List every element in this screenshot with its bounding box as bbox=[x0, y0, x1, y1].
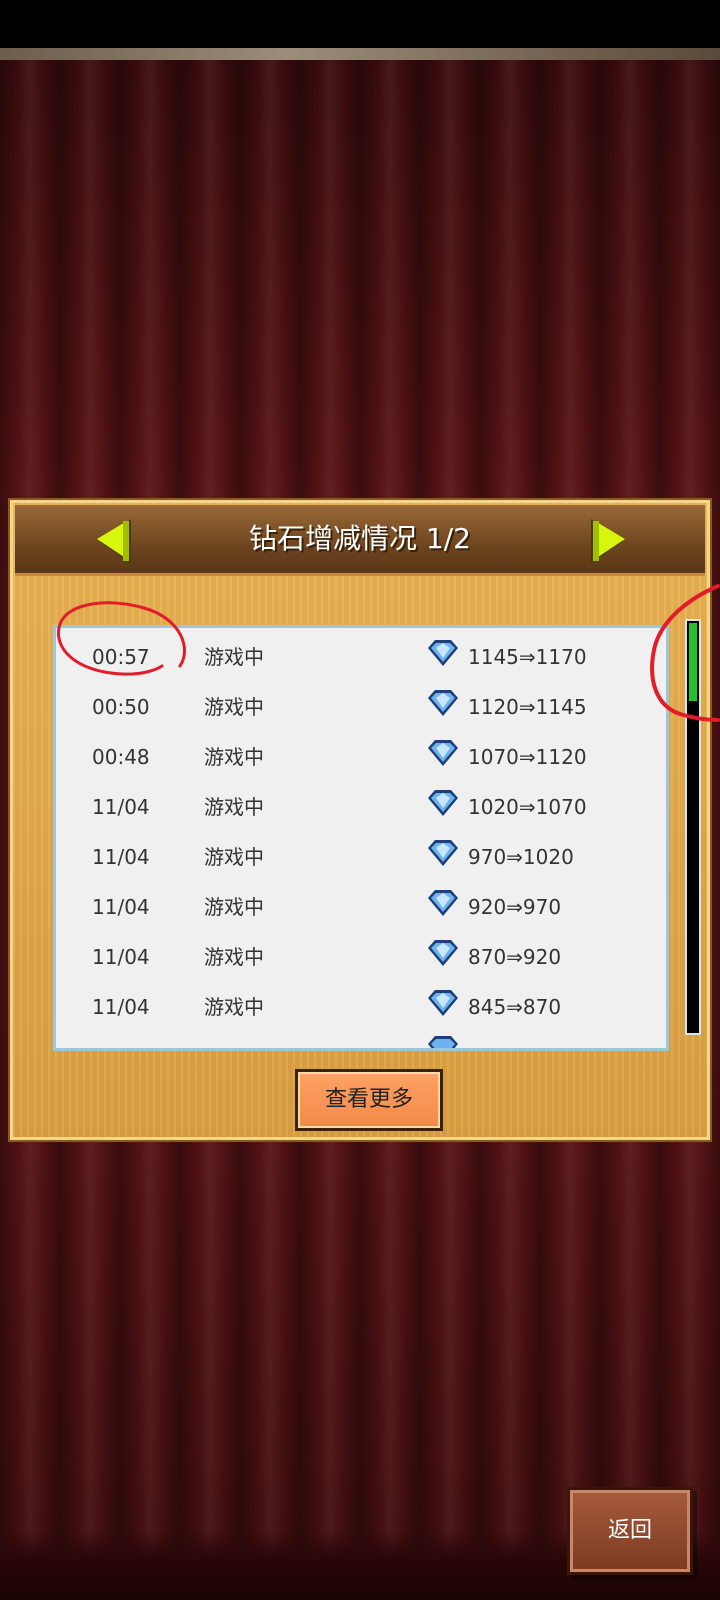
entry-status: 游戏中 bbox=[204, 695, 264, 719]
entry-change: 970⇒1020 bbox=[468, 845, 574, 869]
list-item: 00:50 游戏中 1120⇒1145 bbox=[56, 682, 666, 732]
entry-change: 1020⇒1070 bbox=[468, 795, 587, 819]
entry-change: 870⇒920 bbox=[468, 945, 562, 969]
entry-status: 游戏中 bbox=[204, 745, 264, 769]
diamond-history-panel: 钻石增减情况 1/2 00:57 游戏中 1145⇒1170 00:50 游戏中… bbox=[10, 500, 710, 1140]
entry-change: 920⇒970 bbox=[468, 895, 562, 919]
list-item: 11/04 游戏中 1020⇒1070 bbox=[56, 782, 666, 832]
list-item: 11/04 游戏中 870⇒920 bbox=[56, 932, 666, 982]
diamond-icon bbox=[428, 840, 458, 866]
diamond-icon bbox=[428, 1036, 458, 1048]
entry-change: 1070⇒1120 bbox=[468, 745, 587, 769]
entry-status: 游戏中 bbox=[204, 995, 264, 1019]
view-more-label: 查看更多 bbox=[298, 1072, 440, 1128]
entry-time: 11/04 bbox=[92, 945, 150, 969]
entry-status: 游戏中 bbox=[204, 795, 264, 819]
diamond-icon bbox=[428, 890, 458, 916]
history-list[interactable]: 00:57 游戏中 1145⇒1170 00:50 游戏中 1120⇒1145 … bbox=[53, 625, 669, 1051]
diamond-icon bbox=[428, 940, 458, 966]
list-item: 11/04 游戏中 845⇒870 bbox=[56, 982, 666, 1032]
list-item: 00:48 游戏中 1070⇒1120 bbox=[56, 732, 666, 782]
back-button[interactable]: 返回 bbox=[570, 1490, 690, 1572]
entry-time: 11/04 bbox=[92, 795, 150, 819]
scrollbar[interactable] bbox=[685, 619, 701, 1035]
arrow-left-icon[interactable] bbox=[93, 517, 135, 565]
entry-time: 11/04 bbox=[92, 895, 150, 919]
list-item: 11/04 游戏中 970⇒1020 bbox=[56, 832, 666, 882]
list-item: 11/04 游戏中 920⇒970 bbox=[56, 882, 666, 932]
diamond-icon bbox=[428, 790, 458, 816]
entry-change: 845⇒870 bbox=[468, 995, 562, 1019]
entry-time: 00:50 bbox=[92, 695, 150, 719]
entry-status: 游戏中 bbox=[204, 645, 264, 669]
diamond-icon bbox=[428, 690, 458, 716]
arrow-right-icon[interactable] bbox=[587, 517, 629, 565]
diamond-icon bbox=[428, 740, 458, 766]
status-bar bbox=[0, 0, 720, 48]
entry-change: 1145⇒1170 bbox=[468, 645, 587, 669]
entry-status: 游戏中 bbox=[204, 845, 264, 869]
entry-time: 00:48 bbox=[92, 745, 150, 769]
view-more-button[interactable]: 查看更多 bbox=[295, 1069, 443, 1131]
entry-time: 11/04 bbox=[92, 995, 150, 1019]
panel-header: 钻石增减情况 1/2 bbox=[15, 505, 705, 576]
list-item: 00:57 游戏中 1145⇒1170 bbox=[56, 632, 666, 682]
diamond-icon bbox=[428, 640, 458, 666]
scrollbar-thumb[interactable] bbox=[689, 623, 697, 701]
entry-change: 1120⇒1145 bbox=[468, 695, 587, 719]
diamond-icon bbox=[428, 990, 458, 1016]
entry-status: 游戏中 bbox=[204, 895, 264, 919]
entry-status: 游戏中 bbox=[204, 945, 264, 969]
entry-time: 11/04 bbox=[92, 845, 150, 869]
top-strip bbox=[0, 48, 720, 60]
entry-time: 00:57 bbox=[92, 645, 150, 669]
